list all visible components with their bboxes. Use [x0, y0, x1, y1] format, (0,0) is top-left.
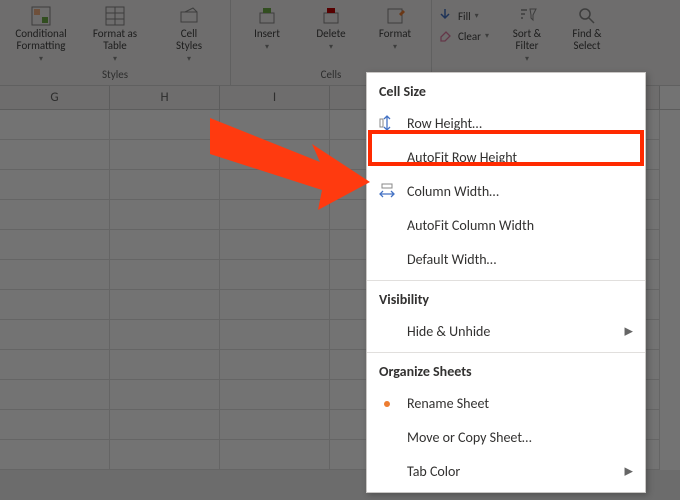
label: Default Width…: [407, 251, 496, 268]
sort-filter-icon: [517, 6, 537, 26]
format-as-table-button[interactable]: Format as Table ▾: [80, 4, 150, 66]
insert-cells-icon: [257, 6, 277, 26]
insert-button[interactable]: Insert ▾: [237, 4, 297, 54]
label: Format as Table: [93, 28, 137, 52]
col-G[interactable]: G: [0, 86, 110, 109]
ribbon-group-styles: Conditional Formatting ▾ Format as Table…: [0, 0, 231, 85]
find-select-button[interactable]: Find & Select: [565, 4, 609, 54]
label: AutoFit Row Height: [407, 149, 517, 166]
column-width-icon: [377, 181, 397, 201]
label: Column Width…: [407, 183, 499, 200]
label: Row Height…: [407, 115, 482, 132]
find-select-icon: [577, 6, 597, 26]
menu-header-cell-size: Cell Size: [367, 73, 645, 106]
format-dropdown-menu: Cell Size Row Height… AutoFit Row Height…: [366, 72, 646, 493]
row-height-icon: [377, 113, 397, 133]
chevron-down-icon: ▾: [265, 42, 269, 52]
menu-item-autofit-column-width[interactable]: AutoFit Column Width: [367, 208, 645, 242]
menu-item-rename-sheet[interactable]: • Rename Sheet: [367, 386, 645, 420]
fill-button[interactable]: Fill ▾: [438, 6, 489, 26]
format-as-table-icon: [105, 6, 125, 26]
fill-clear-stack: Fill ▾ Clear ▾: [438, 4, 489, 46]
group-label-cells: Cells: [321, 68, 342, 83]
label: Fill: [458, 10, 471, 23]
conditional-formatting-button[interactable]: Conditional Formatting ▾: [6, 4, 76, 66]
col-I[interactable]: I: [220, 86, 330, 109]
menu-item-column-width[interactable]: Column Width…: [367, 174, 645, 208]
menu-item-tab-color[interactable]: Tab Color ▶: [367, 454, 645, 488]
cell-styles-button[interactable]: Cell Styles ▾: [154, 4, 224, 66]
label: AutoFit Column Width: [407, 217, 534, 234]
menu-item-default-width[interactable]: Default Width…: [367, 242, 645, 276]
menu-header-visibility: Visibility: [367, 280, 645, 314]
chevron-down-icon: ▾: [329, 42, 333, 52]
chevron-down-icon: ▾: [187, 54, 191, 64]
clear-button[interactable]: Clear ▾: [438, 26, 489, 46]
label: Insert: [254, 28, 280, 40]
submenu-arrow-icon: ▶: [625, 325, 633, 338]
clear-eraser-icon: [438, 28, 454, 44]
label: Rename Sheet: [407, 395, 489, 412]
submenu-arrow-icon: ▶: [625, 465, 633, 478]
chevron-down-icon: ▾: [39, 54, 43, 64]
label: Conditional Formatting: [15, 28, 66, 52]
menu-item-row-height[interactable]: Row Height…: [367, 106, 645, 140]
col-H[interactable]: H: [110, 86, 220, 109]
label: Format: [379, 28, 411, 40]
menu-item-hide-unhide[interactable]: Hide & Unhide ▶: [367, 314, 645, 348]
menu-item-move-or-copy-sheet[interactable]: Move or Copy Sheet…: [367, 420, 645, 454]
rename-sheet-icon: •: [377, 393, 397, 413]
group-label-styles: Styles: [102, 68, 128, 83]
delete-button[interactable]: Delete ▾: [301, 4, 361, 54]
chevron-down-icon: ▾: [475, 11, 479, 21]
chevron-down-icon: ▾: [113, 54, 117, 64]
label: Tab Color: [407, 463, 460, 480]
sort-filter-button[interactable]: Sort & Filter ▾: [499, 4, 555, 66]
chevron-down-icon: ▾: [393, 42, 397, 52]
delete-cells-icon: [321, 6, 341, 26]
conditional-formatting-icon: [31, 6, 51, 26]
label: Sort & Filter: [513, 28, 541, 52]
label: Hide & Unhide: [407, 323, 490, 340]
chevron-down-icon: ▾: [485, 31, 489, 41]
format-cells-icon: [385, 6, 405, 26]
label: Cell Styles: [176, 28, 202, 52]
menu-header-organize-sheets: Organize Sheets: [367, 352, 645, 386]
format-button[interactable]: Format ▾: [365, 4, 425, 54]
label: Clear: [458, 30, 481, 43]
chevron-down-icon: ▾: [525, 54, 529, 64]
fill-down-icon: [438, 8, 454, 24]
menu-item-autofit-row-height[interactable]: AutoFit Row Height: [367, 140, 645, 174]
label: Move or Copy Sheet…: [407, 429, 532, 446]
cell-styles-icon: [179, 6, 199, 26]
label: Delete: [316, 28, 345, 40]
label: Find & Select: [572, 28, 601, 52]
